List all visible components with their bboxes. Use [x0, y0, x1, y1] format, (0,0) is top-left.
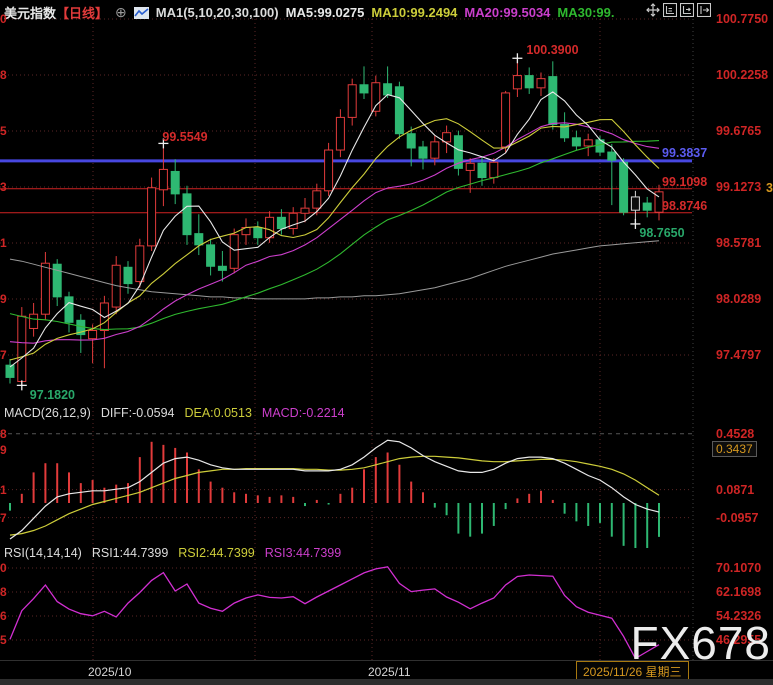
ma5-value-label: MA5:99.0275 — [286, 5, 365, 20]
ma10-value-label: MA10:99.2494 — [371, 5, 457, 20]
ma30-value-label: MA30:99. — [557, 5, 614, 20]
move-tool-icon[interactable] — [646, 3, 660, 17]
macd-axis-left-digit: 1 — [0, 483, 7, 497]
macd-axis-tick-label: -0.0957 — [716, 511, 758, 525]
rsi-axis-left-digit: 5 — [0, 633, 7, 647]
fx678-watermark: FX678 — [630, 616, 771, 670]
chart-canvas[interactable] — [0, 0, 773, 685]
macd-macd-value: MACD:-0.2214 — [262, 406, 345, 420]
price-axis-tick-label: 98.5781 — [716, 236, 761, 250]
macd-axis-tick-label: 0.4528 — [716, 427, 754, 441]
rsi-title[interactable]: RSI(14,14,14) — [4, 546, 82, 560]
rsi-axis-left-digit: 0 — [0, 561, 7, 575]
rsi-indicator-row: RSI(14,14,14) RSI1:44.7399 RSI2:44.7399 … — [4, 546, 341, 560]
low-price-annotation-2: 98.7650 — [639, 226, 684, 240]
price-axis-tick-label: 100.7750 — [716, 12, 768, 26]
macd-title[interactable]: MACD(26,12,9) — [4, 406, 91, 420]
hline-red2-label[interactable]: 98.8746 — [662, 199, 707, 213]
price-axis-tick-label: 98.0289 — [716, 292, 761, 306]
macd-indicator-row: MACD(26,12,9) DIFF:-0.0594 DEA:0.0513 MA… — [4, 406, 345, 420]
xaxis-label-october: 2025/10 — [88, 665, 131, 679]
macd-current-axis-label: 0.3437 — [712, 441, 757, 457]
high-price-annotation-1: 99.5549 — [162, 130, 207, 144]
xaxis-label-november: 2025/11 — [368, 665, 411, 679]
price-axis-left-digit: 5 — [0, 124, 7, 138]
symbol-name: 美元指数 — [4, 3, 56, 22]
hline-blue-label[interactable]: 99.3837 — [662, 146, 707, 160]
rsi-axis-tick-label: 62.1698 — [716, 585, 761, 599]
period-tag: 【日线】 — [56, 3, 108, 22]
rsi2-value: RSI2:44.7399 — [178, 546, 254, 560]
price-axis-tick-label: 97.4797 — [716, 348, 761, 362]
auto-scale-icon[interactable] — [663, 3, 677, 17]
add-indicator-icon[interactable]: ⊕ — [115, 4, 127, 21]
price-axis-tick-label: 100.2258 — [716, 68, 768, 82]
macd-current-left-digit: 9 — [0, 443, 7, 457]
price-axis-left-digit: 7 — [0, 348, 7, 362]
pan-chart-icon[interactable] — [680, 3, 694, 17]
macd-diff-value: DIFF:-0.0594 — [101, 406, 175, 420]
price-axis-left-digit: 9 — [0, 292, 7, 306]
chart-header: 美元指数【日线】 ⊕ MA1(5,10,20,30,100) MA5:99.02… — [4, 3, 614, 22]
rsi3-value: RSI3:44.7399 — [265, 546, 341, 560]
macd-axis-left-digit: 7 — [0, 511, 7, 525]
chart-toolbar — [646, 3, 711, 17]
right-edge-price-fragment: 3 — [766, 181, 773, 195]
ma20-value-label: MA20:99.5034 — [464, 5, 550, 20]
macd-axis-left-digit: 8 — [0, 427, 7, 441]
rsi-axis-tick-label: 70.1070 — [716, 561, 761, 575]
price-axis-left-digit: 0 — [0, 12, 7, 26]
hline-red1-label[interactable]: 99.1098 — [662, 175, 707, 189]
chart-application: 美元指数【日线】 ⊕ MA1(5,10,20,30,100) MA5:99.02… — [0, 0, 773, 685]
price-axis-left-digit: 8 — [0, 68, 7, 82]
macd-axis-tick-label: 0.0871 — [716, 483, 754, 497]
rsi-axis-left-digit: 8 — [0, 585, 7, 599]
rsi1-value: RSI1:44.7399 — [92, 546, 168, 560]
chart-style-icon[interactable] — [134, 7, 149, 19]
horizontal-scrollbar[interactable] — [0, 679, 773, 685]
goto-latest-icon[interactable] — [697, 3, 711, 17]
price-axis-tick-label: 99.6765 — [716, 124, 761, 138]
price-axis-left-digit: 3 — [0, 180, 7, 194]
price-axis-tick-label: 99.1273 — [716, 180, 761, 194]
high-price-annotation-2: 100.3900 — [526, 43, 578, 57]
price-axis-left-digit: 1 — [0, 236, 7, 250]
macd-dea-value: DEA:0.0513 — [184, 406, 251, 420]
rsi-axis-left-digit: 6 — [0, 609, 7, 623]
low-price-annotation-1: 97.1820 — [30, 388, 75, 402]
ma-settings-label[interactable]: MA1(5,10,20,30,100) — [156, 5, 279, 20]
